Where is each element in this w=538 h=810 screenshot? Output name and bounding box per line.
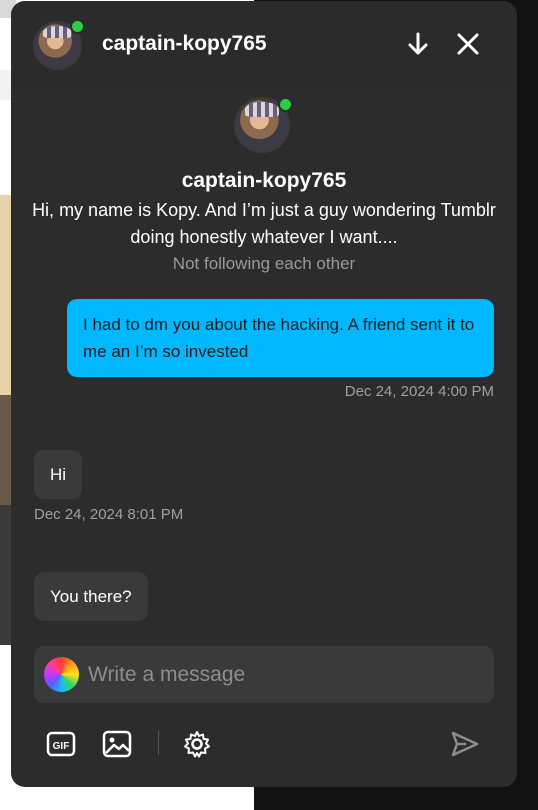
conversation-header: captain-kopy765 <box>11 1 517 89</box>
profile-username[interactable]: captain-kopy765 <box>11 169 517 193</box>
close-icon <box>457 33 479 55</box>
received-message: You there? <box>34 572 148 621</box>
online-indicator <box>278 97 293 112</box>
image-icon <box>102 730 132 758</box>
close-button[interactable] <box>453 29 483 59</box>
arrow-down-icon <box>408 32 428 55</box>
gif-button[interactable]: GIF <box>45 728 77 760</box>
send-button[interactable] <box>449 728 481 760</box>
header-username[interactable]: captain-kopy765 <box>102 32 267 56</box>
profile-bio: Hi, my name is Kopy. And I’m just a guy … <box>32 200 496 247</box>
settings-button[interactable] <box>181 728 213 760</box>
scroll-down-button[interactable] <box>403 29 433 59</box>
message-timestamp: Dec 24, 2024 8:01 PM <box>34 506 184 523</box>
follow-status: Not following each other <box>172 254 356 273</box>
received-message: Hi <box>34 450 83 499</box>
message-timestamp: Dec 24, 2024 4:00 PM <box>344 383 494 400</box>
toolbar-divider <box>158 731 159 755</box>
message-input[interactable] <box>88 646 482 703</box>
sent-message: I had to dm you about the hacking. A fri… <box>67 299 494 377</box>
gif-icon: GIF <box>46 731 76 757</box>
online-indicator <box>70 19 85 34</box>
avatar-picker-icon[interactable] <box>44 657 79 692</box>
message-composer <box>34 646 494 703</box>
gear-icon <box>184 731 210 758</box>
send-icon <box>451 731 479 757</box>
svg-text:GIF: GIF <box>53 741 70 752</box>
image-button[interactable] <box>101 728 133 760</box>
messaging-panel: captain-kopy765 captain-kopy765 Hi, my n… <box>11 1 517 787</box>
